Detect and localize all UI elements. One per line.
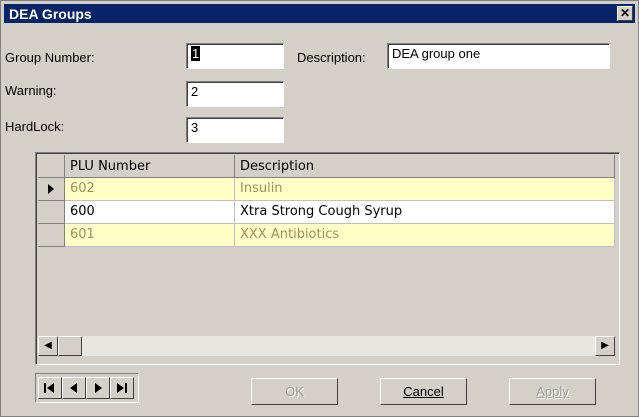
close-button[interactable]: ✕ (617, 6, 633, 21)
row-selector[interactable] (38, 224, 65, 247)
table-cell-plu[interactable]: 600 (65, 201, 235, 224)
ok-button[interactable]: OK (251, 378, 338, 405)
warning-field[interactable]: 2 (186, 81, 284, 107)
scroll-thumb[interactable] (58, 336, 82, 356)
table-cell-plu[interactable]: 602 (65, 178, 235, 201)
last-record-button[interactable] (110, 377, 134, 399)
last-record-icon (117, 383, 127, 393)
hardlock-label: HardLock: (5, 119, 65, 134)
dea-groups-window: DEA Groups ✕ Group Number: 1 Description… (0, 0, 639, 417)
close-icon: ✕ (619, 6, 631, 20)
warning-label: Warning: (5, 83, 57, 98)
group-number-value: 1 (191, 46, 201, 61)
table-cell-description[interactable]: XXX Antibiotics (235, 224, 615, 247)
table-cell-description[interactable]: Insulin (235, 178, 615, 201)
next-record-button[interactable] (86, 377, 110, 399)
next-record-icon (95, 383, 102, 393)
record-navigator (35, 373, 139, 403)
row-pointer-icon (48, 184, 54, 194)
title-bar[interactable]: DEA Groups ✕ (4, 4, 635, 23)
row-selector[interactable] (38, 178, 65, 201)
arrow-left-icon: ◀ (44, 340, 52, 351)
group-number-label: Group Number: (5, 50, 95, 65)
prev-record-button[interactable] (62, 377, 86, 399)
cancel-button[interactable]: Cancel (380, 378, 467, 405)
description-label: Description: (297, 50, 366, 65)
window-title: DEA Groups (9, 6, 92, 22)
plu-grid[interactable]: PLU Number Description 602 Insulin 600 X… (35, 152, 620, 365)
description-field[interactable]: DEA group one (387, 43, 610, 69)
grid-corner (38, 155, 65, 178)
arrow-right-icon: ▶ (601, 340, 609, 351)
row-selector[interactable] (38, 201, 65, 224)
first-record-button[interactable] (38, 377, 62, 399)
horizontal-scrollbar[interactable]: ◀ ▶ (38, 336, 615, 356)
first-record-icon (44, 383, 54, 393)
table-cell-plu[interactable]: 601 (65, 224, 235, 247)
apply-button[interactable]: Apply (509, 378, 596, 405)
column-header-plu[interactable]: PLU Number (65, 155, 235, 178)
scroll-right-button[interactable]: ▶ (595, 336, 615, 356)
column-header-description[interactable]: Description (235, 155, 615, 178)
table-cell-description[interactable]: Xtra Strong Cough Syrup (235, 201, 615, 224)
group-number-field[interactable]: 1 (186, 43, 284, 69)
scroll-left-button[interactable]: ◀ (38, 336, 58, 356)
prev-record-icon (70, 383, 77, 393)
hardlock-field[interactable]: 3 (186, 117, 284, 143)
